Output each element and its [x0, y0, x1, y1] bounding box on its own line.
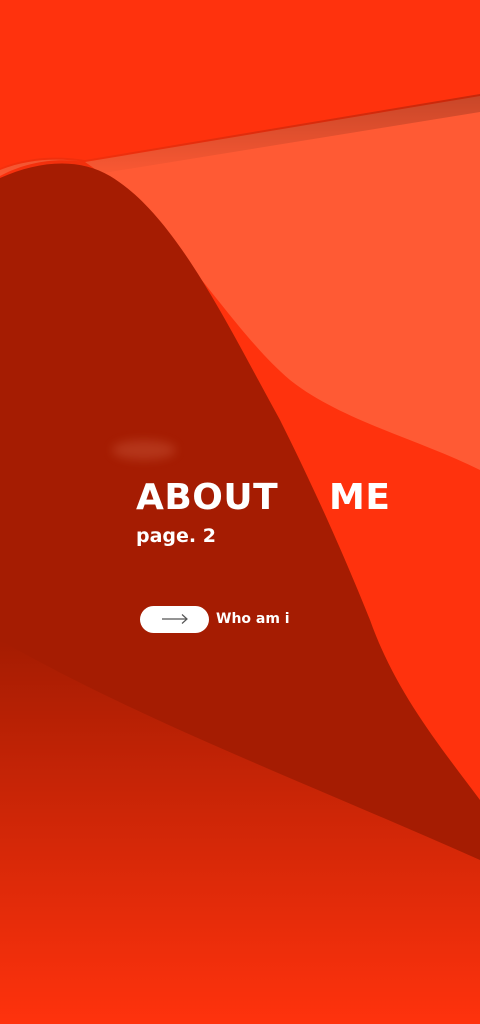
arrow-pill-button[interactable]: [140, 606, 209, 633]
page-subtitle: page. 2: [136, 525, 216, 547]
title-word-me: ME: [329, 477, 391, 518]
page-title: ABOUT ME: [136, 478, 436, 522]
who-am-i-button[interactable]: Who am i: [140, 606, 290, 633]
soft-glow-spot: [112, 440, 176, 460]
arrow-right-icon: [161, 610, 189, 629]
title-word-about: ABOUT: [136, 477, 279, 518]
about-screen: ABOUT ME page. 2 Who am i: [0, 0, 480, 1024]
cta-label: Who am i: [216, 611, 290, 627]
